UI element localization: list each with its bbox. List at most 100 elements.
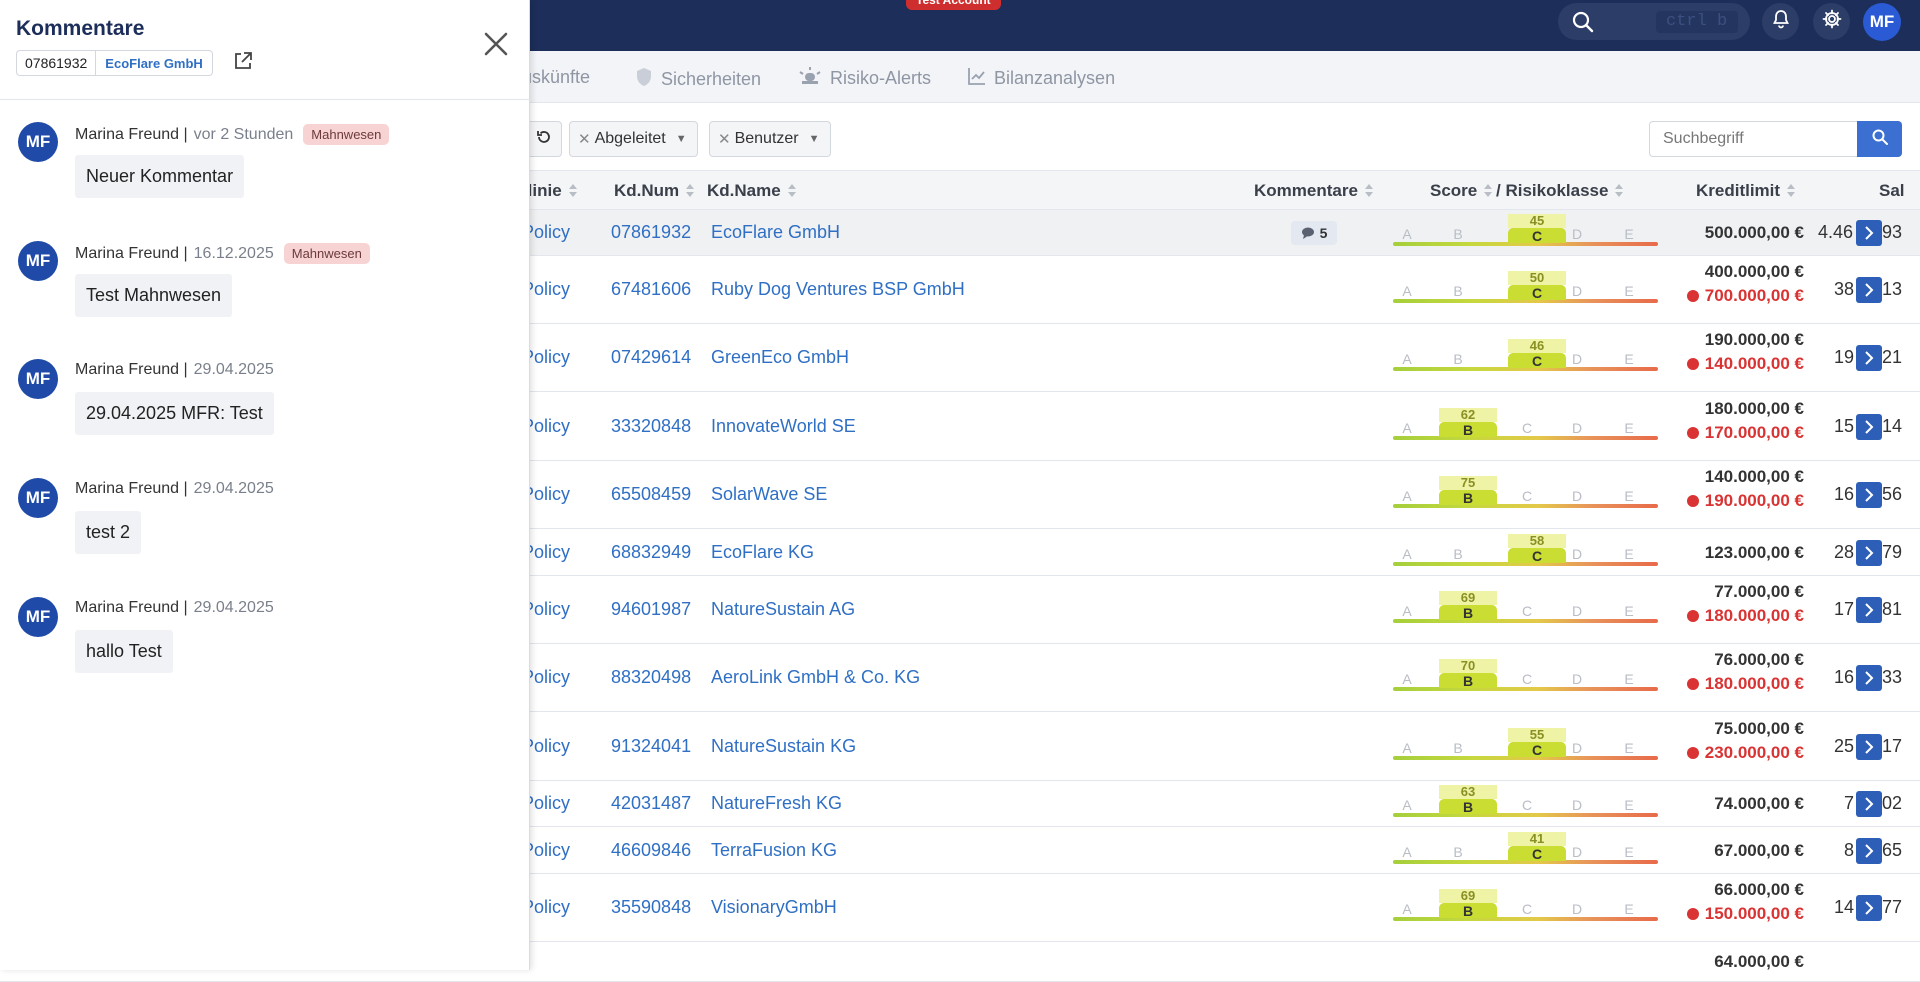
saldo-value: 38 <box>1834 279 1855 299</box>
row-detail-button[interactable] <box>1856 220 1882 246</box>
external-link-icon[interactable] <box>232 50 254 77</box>
requested-limit-value: 230.000,00 € <box>1704 742 1804 762</box>
customer-number-link[interactable]: 91324041 <box>611 736 691 757</box>
row-detail-button[interactable] <box>1856 345 1882 371</box>
risk-class-letter: D <box>1571 419 1583 436</box>
customer-number-link[interactable]: 07429614 <box>611 347 691 368</box>
risk-class-marker: 62 B <box>1439 407 1497 438</box>
risk-gradient-bar <box>1393 435 1658 440</box>
row-detail-button[interactable] <box>1856 733 1882 760</box>
risk-class-marker: 69 B <box>1439 591 1497 621</box>
saldo-value: 15 <box>1834 415 1855 436</box>
tab-auskuenfte[interactable]: uskünfte <box>522 67 590 88</box>
column-kdname[interactable]: Kd.Name <box>707 181 797 201</box>
risk-score-indicator: A 63 B C D E <box>1393 785 1658 817</box>
credit-limit: 123.000,00 € <box>1705 543 1804 563</box>
sort-icon <box>1614 184 1624 198</box>
risk-score-indicator: A B 41 C D E <box>1393 831 1658 864</box>
risk-score-indicator: A 69 B C D E <box>1393 591 1658 623</box>
row-detail-button[interactable] <box>1856 837 1882 864</box>
column-kdnum[interactable]: Kd.Num <box>614 181 695 201</box>
reset-filter-button[interactable] <box>526 121 562 157</box>
customer-name-link[interactable]: EcoFlare GmbH <box>96 51 212 75</box>
customer-name-link[interactable]: InnovateWorld SE <box>711 416 856 437</box>
column-saldo[interactable]: Sal <box>1879 181 1905 201</box>
customer-name-link[interactable]: VisionaryGmbH <box>711 897 837 918</box>
settings-button[interactable] <box>1813 3 1850 40</box>
row-detail-button[interactable] <box>1856 482 1882 508</box>
avatar: MF <box>18 359 58 399</box>
close-icon[interactable] <box>482 30 510 63</box>
remove-chip-icon[interactable]: ✕ <box>578 130 591 148</box>
filter-chip-benutzer[interactable]: ✕ Benutzer ▼ <box>709 121 831 157</box>
remove-chip-icon[interactable]: ✕ <box>718 130 731 148</box>
table-search-button[interactable] <box>1857 121 1902 157</box>
customer-number-link[interactable]: 88320498 <box>611 667 691 688</box>
risk-class-letter: A <box>1402 603 1412 619</box>
customer-name-link[interactable]: EcoFlare KG <box>711 542 814 563</box>
row-detail-button[interactable] <box>1856 597 1882 623</box>
risk-class-letter: A <box>1402 226 1412 242</box>
comment-count-badge[interactable]: 5 <box>1291 221 1337 245</box>
column-kommentare[interactable]: Kommentare <box>1254 181 1374 201</box>
customer-name-link[interactable]: AeroLink GmbH & Co. KG <box>711 667 920 688</box>
customer-name-link[interactable]: Ruby Dog Ventures BSP GmbH <box>711 279 965 300</box>
comment-date: vor 2 Stunden <box>193 125 294 143</box>
global-search[interactable]: ctrl b <box>1558 3 1750 40</box>
customer-number-link[interactable]: 46609846 <box>611 840 691 861</box>
risk-gradient-bar <box>1393 504 1658 508</box>
alert-dot-icon <box>1686 678 1699 690</box>
tab-sicherheiten[interactable]: Sicherheiten <box>635 67 761 92</box>
column-score[interactable]: Score <box>1430 181 1493 201</box>
bell-icon <box>1771 9 1791 34</box>
subnav-label: Bilanzanalysen <box>994 68 1116 88</box>
column-risikoklasse[interactable]: / Risikoklasse <box>1496 181 1624 201</box>
customer-number-link[interactable]: 68832949 <box>611 542 691 563</box>
customer-number: 07861932 <box>17 51 97 75</box>
row-detail-button[interactable] <box>1856 895 1882 921</box>
row-detail-button[interactable] <box>1856 277 1882 303</box>
table-search-input[interactable]: Suchbegriff <box>1649 121 1857 157</box>
filter-chip-abgeleitet[interactable]: ✕ Abgeleitet ▼ <box>569 121 698 157</box>
risk-class-letter: C <box>1521 797 1533 813</box>
risk-gradient-bar <box>1393 687 1658 691</box>
notifications-button[interactable] <box>1762 3 1799 40</box>
customer-name-link[interactable]: NatureSustain KG <box>711 736 856 757</box>
row-detail-button[interactable] <box>1856 413 1882 440</box>
row-detail-button[interactable] <box>1856 665 1882 691</box>
comment-count: 5 <box>1319 225 1328 241</box>
credit-limit-value: 66.000,00 € <box>1714 880 1804 899</box>
credit-limit-value: 500.000,00 € <box>1704 223 1804 242</box>
comment-author: Marina Freund | <box>75 361 188 378</box>
customer-number-link[interactable]: 65508459 <box>611 484 691 505</box>
customer-number-link[interactable]: 35590848 <box>611 897 691 918</box>
tab-risiko-alerts[interactable]: Risiko-Alerts <box>798 67 931 90</box>
risk-class-letter: B <box>1453 739 1463 756</box>
column-kreditlimit[interactable]: Kreditlimit <box>1696 181 1796 201</box>
comment-tag: Mahnwesen <box>283 243 370 264</box>
column-richtlinie[interactable]: tlinie <box>522 181 578 201</box>
avatar: MF <box>18 478 58 518</box>
risk-class-marker: 46 C <box>1508 339 1566 369</box>
customer-name-link[interactable]: TerraFusion KG <box>711 840 837 861</box>
customer-number-link[interactable]: 94601987 <box>611 599 691 620</box>
chevron-right-icon <box>1865 739 1874 754</box>
customer-number-link[interactable]: 67481606 <box>611 279 691 300</box>
customer-number-link[interactable]: 07861932 <box>611 222 691 243</box>
customer-number-link[interactable]: 42031487 <box>611 793 691 814</box>
customer-name-link[interactable]: GreenEco GmbH <box>711 347 849 368</box>
risk-class-marker: 75 B <box>1439 476 1497 506</box>
customer-number-link[interactable]: 33320848 <box>611 416 691 437</box>
customer-name-link[interactable]: NatureFresh KG <box>711 793 842 814</box>
row-detail-button[interactable] <box>1856 539 1882 566</box>
row-detail-button[interactable] <box>1856 791 1882 817</box>
user-avatar[interactable]: MF <box>1863 3 1901 41</box>
requested-limit: 700.000,00 € <box>1686 286 1804 306</box>
score-value: 62 <box>1439 407 1497 422</box>
customer-name-link[interactable]: EcoFlare GmbH <box>711 222 840 243</box>
comment-meta: Marina Freund | 16.12.2025 Mahnwesen <box>75 243 370 264</box>
score-value: 69 <box>1439 591 1497 605</box>
tab-bilanzanalysen[interactable]: Bilanzanalysen <box>968 67 1115 90</box>
customer-name-link[interactable]: SolarWave SE <box>711 484 827 505</box>
customer-name-link[interactable]: NatureSustain AG <box>711 599 855 620</box>
